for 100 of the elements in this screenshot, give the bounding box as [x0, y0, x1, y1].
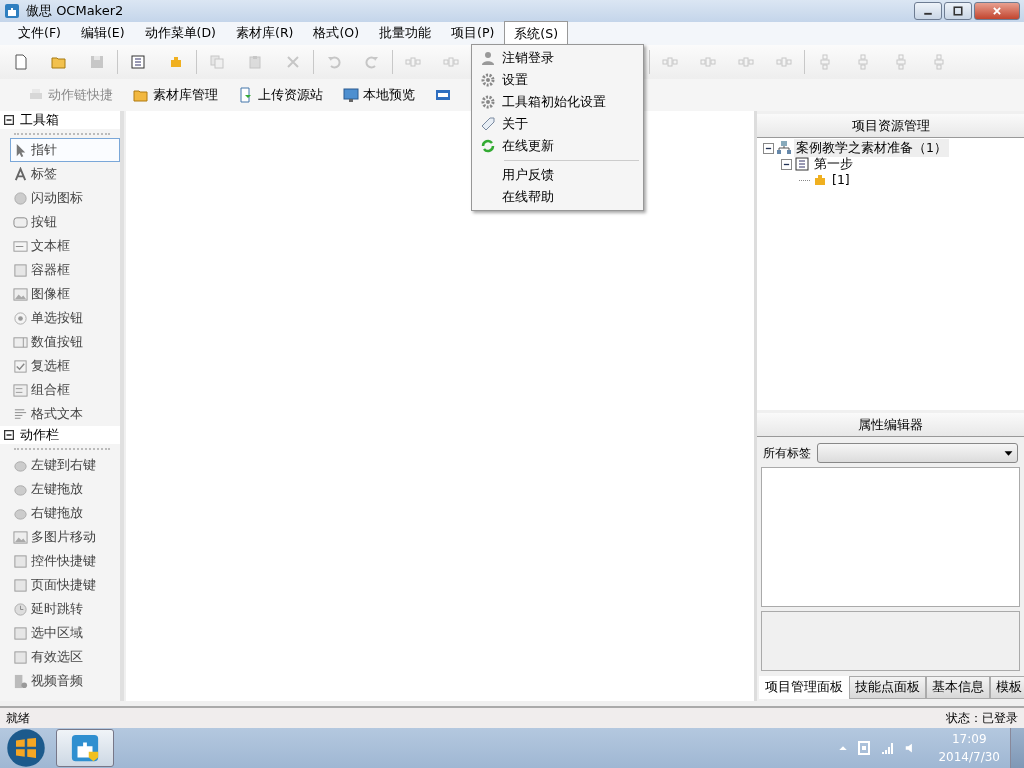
- frame-icon: [13, 649, 28, 665]
- button-icon: [13, 214, 28, 230]
- paste-icon: [247, 54, 263, 70]
- tool-item[interactable]: 选中区域: [10, 621, 120, 645]
- collapse-toggle[interactable]: [781, 158, 792, 170]
- spinner-icon: [13, 334, 28, 350]
- menu-item[interactable]: 注销登录: [474, 47, 641, 69]
- panel-tab[interactable]: 技能点面板: [849, 676, 926, 699]
- letter-icon: [13, 166, 28, 182]
- tool-item[interactable]: 图像框: [10, 282, 120, 306]
- tool-item[interactable]: 左键到右键: [10, 453, 120, 477]
- tool-item[interactable]: 左键拖放: [10, 477, 120, 501]
- app-icon: [4, 3, 20, 19]
- tool-item[interactable]: 文本框: [10, 234, 120, 258]
- html-icon: [435, 87, 451, 103]
- menu-item[interactable]: 批量功能: [369, 20, 442, 47]
- align-icon: [855, 54, 871, 70]
- app-icon: [70, 733, 100, 763]
- tool-item[interactable]: 页面快捷键: [10, 573, 120, 597]
- menu-item[interactable]: 在线更新: [474, 135, 641, 157]
- document-icon: [238, 87, 254, 103]
- tool-item[interactable]: 闪动图标: [10, 186, 120, 210]
- filter-dropdown[interactable]: [817, 443, 1018, 463]
- frame-icon: [13, 262, 28, 278]
- maximize-button[interactable]: [944, 2, 972, 20]
- collapse-toggle[interactable]: [4, 115, 14, 125]
- clock-icon: [13, 601, 28, 617]
- menu-item[interactable]: 设置: [474, 69, 641, 91]
- tool-item[interactable]: 延时跳转: [10, 597, 120, 621]
- tool-item[interactable]: 视频音频: [10, 669, 120, 693]
- align-icon: [662, 54, 678, 70]
- align-icon: [443, 54, 459, 70]
- panel-tab[interactable]: 基本信息: [926, 676, 990, 699]
- section-title: 动作栏: [20, 425, 59, 444]
- panel-title: 项目资源管理: [757, 114, 1024, 138]
- tool-item[interactable]: 容器框: [10, 258, 120, 282]
- windows-logo-icon: [6, 728, 46, 768]
- panel-title: 属性编辑器: [757, 413, 1024, 437]
- menu-item[interactable]: 用户反馈: [474, 164, 641, 186]
- tool-item[interactable]: 多图片移动: [10, 525, 120, 549]
- circle-icon: [13, 190, 28, 206]
- tool-item[interactable]: 单选按钮: [10, 306, 120, 330]
- minus-icon: [4, 430, 14, 440]
- show-desktop-button[interactable]: [1010, 728, 1024, 768]
- frame-icon: [13, 577, 28, 593]
- close-button[interactable]: [974, 2, 1020, 20]
- menu-item[interactable]: 在线帮助: [474, 186, 641, 208]
- collapse-toggle[interactable]: [763, 142, 774, 154]
- menu-item[interactable]: 文件(F): [8, 20, 71, 47]
- align-icon: [776, 54, 792, 70]
- panel-tab[interactable]: 项目管理面板: [759, 676, 849, 699]
- tool-item[interactable]: 按钮: [10, 210, 120, 234]
- login-status: 状态：已登录: [946, 710, 1018, 727]
- panel-tab[interactable]: 模板: [990, 676, 1024, 699]
- list-icon: [130, 54, 146, 70]
- refresh-icon: [480, 138, 496, 154]
- menu-item[interactable]: 素材库(R): [226, 20, 304, 47]
- close-icon: [285, 54, 301, 70]
- tool-item[interactable]: 控件快捷键: [10, 549, 120, 573]
- quick-button[interactable]: 本地预览: [335, 83, 423, 107]
- tree-node[interactable]: 案例教学之素材准备（1）: [794, 138, 949, 158]
- design-canvas[interactable]: [126, 111, 754, 701]
- frame-icon: [13, 553, 28, 569]
- minimize-button[interactable]: [914, 2, 942, 20]
- text-field-icon: [13, 238, 28, 254]
- start-button[interactable]: [6, 728, 46, 768]
- menu-item[interactable]: 关于: [474, 113, 641, 135]
- menu-item[interactable]: 工具箱初始化设置: [474, 91, 641, 113]
- tool-item[interactable]: 右键拖放: [10, 501, 120, 525]
- align-icon: [893, 54, 909, 70]
- align-icon: [405, 54, 421, 70]
- tool-item[interactable]: 组合框: [10, 378, 120, 402]
- collapse-toggle[interactable]: [4, 430, 14, 440]
- user-icon: [480, 50, 496, 66]
- network-icon: [776, 140, 792, 156]
- list-icon: [794, 156, 810, 172]
- tool-item[interactable]: 数值按钮: [10, 330, 120, 354]
- tool-item[interactable]: 指针: [10, 138, 120, 162]
- tool-item[interactable]: 复选框: [10, 354, 120, 378]
- puzzle-icon: [812, 172, 828, 188]
- tool-item[interactable]: 有效选区: [10, 645, 120, 669]
- menu-item[interactable]: 编辑(E): [70, 20, 135, 47]
- taskbar-app[interactable]: [56, 729, 114, 767]
- caret-icon: [1004, 448, 1013, 458]
- rich-text-icon: [13, 406, 28, 422]
- menu-item[interactable]: 动作菜单(D): [134, 20, 226, 47]
- radio-icon: [13, 310, 28, 326]
- window-title: 傲思 OCMaker2: [26, 2, 124, 21]
- quick-button[interactable]: 素材库管理: [125, 83, 226, 107]
- image-icon: [13, 529, 28, 545]
- tool-item[interactable]: 格式文本: [10, 402, 120, 426]
- film-icon: [13, 673, 28, 689]
- combo-box-icon: [13, 382, 28, 398]
- menu-item[interactable]: 项目(P): [441, 20, 505, 47]
- monitor-icon: [343, 87, 359, 103]
- redo-icon: [364, 54, 380, 70]
- menu-item[interactable]: 格式(O): [303, 20, 370, 47]
- section-title: 工具箱: [20, 110, 59, 129]
- tool-item[interactable]: 标签: [10, 162, 120, 186]
- quick-button[interactable]: 上传资源站: [230, 83, 331, 107]
